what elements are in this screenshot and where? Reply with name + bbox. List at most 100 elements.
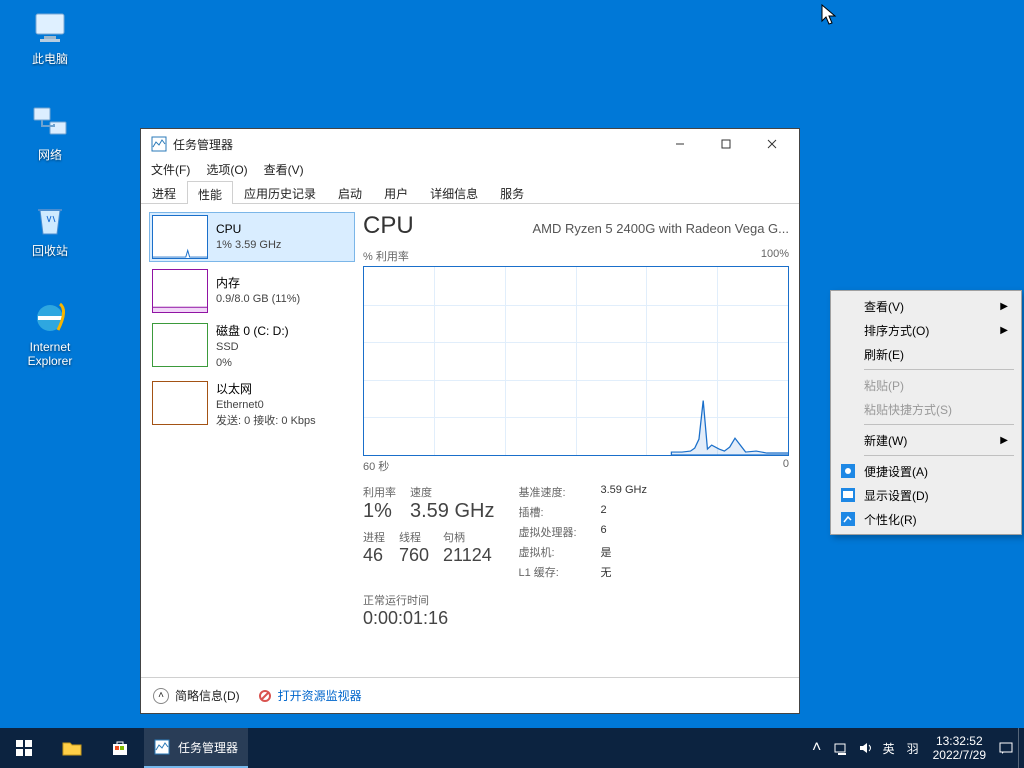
resource-cpu[interactable]: CPU 1% 3.59 GHz [149,212,355,262]
tab-performance[interactable]: 性能 [187,181,233,204]
ctx-refresh[interactable]: 刷新(E) [834,342,1018,366]
volume-icon[interactable] [853,728,877,768]
desktop-context-menu: 查看(V)▶ 排序方式(O)▶ 刷新(E) 粘贴(P) 粘贴快捷方式(S) 新建… [830,290,1022,535]
computer-icon [30,8,70,48]
system-tray: ˄ 英 羽 13:32:52 2022/7/29 [805,728,1024,768]
taskmgr-icon [154,739,170,755]
display-blue-icon [840,487,856,503]
maximize-button[interactable] [703,129,749,159]
menu-options[interactable]: 选项(O) [198,159,255,180]
ctx-quick-settings[interactable]: 便捷设置(A) [834,459,1018,483]
detail-title: CPU [363,212,414,240]
stat-value: 1% [363,500,396,523]
resource-sub2: 0% [216,355,289,371]
resource-title: CPU [216,221,281,237]
tab-app-history[interactable]: 应用历史记录 [233,180,327,203]
prop-key: 基准速度: [518,484,586,500]
menubar: 文件(F) 选项(O) 查看(V) [141,159,799,180]
windows-icon [16,740,32,756]
prop-val: 无 [600,564,611,580]
resource-list: CPU 1% 3.59 GHz 内存 0.9/8.0 GB (11%) 磁盘 0… [149,212,355,677]
resource-title: 磁盘 0 (C: D:) [216,323,289,339]
ime-mode[interactable]: 羽 [901,728,925,768]
stat-label: 进程 [363,529,385,545]
taskmgr-footer: ˄ 简略信息(D) 打开资源监视器 [141,677,799,713]
ctx-display-settings[interactable]: 显示设置(D) [834,483,1018,507]
prop-val: 6 [600,524,606,540]
minimize-button[interactable] [657,129,703,159]
stat-label: 句柄 [443,529,492,545]
tabbar: 进程 性能 应用历史记录 启动 用户 详细信息 服务 [141,180,799,204]
taskbar-item-label: 任务管理器 [178,739,238,756]
resource-sub: 0.9/8.0 GB (11%) [216,291,300,307]
settings-blue-icon [840,463,856,479]
resource-title: 内存 [216,275,300,291]
resource-title: 以太网 [216,381,316,397]
taskbar-store[interactable] [96,728,144,768]
desktop-icon-label: Internet Explorer [12,340,88,368]
brief-info-button[interactable]: ˄ 简略信息(D) [153,687,240,704]
prop-key: 虚拟机: [518,544,586,560]
stat-value: 760 [399,545,429,566]
action-center-icon[interactable] [994,728,1018,768]
open-resmon-link[interactable]: 打开资源监视器 [258,687,362,704]
folder-icon [62,740,82,756]
taskbar: 任务管理器 ˄ 英 羽 13:32:52 2022/7/29 [0,728,1024,768]
resource-ethernet[interactable]: 以太网 Ethernet0 发送: 0 接收: 0 Kbps [149,378,355,432]
taskbar-explorer[interactable] [48,728,96,768]
close-button[interactable] [749,129,795,159]
network-icon [30,104,70,144]
uptime-value: 0:00:01:16 [363,608,789,629]
tab-startup[interactable]: 启动 [327,180,373,203]
show-desktop-button[interactable] [1018,728,1024,768]
tab-services[interactable]: 服务 [489,180,535,203]
chevron-right-icon: ▶ [1000,301,1008,312]
resource-detail: CPU AMD Ryzen 5 2400G with Radeon Vega G… [363,212,789,677]
cpu-chart [363,266,789,456]
stat-value: 3.59 GHz [410,500,494,523]
recycle-bin-icon [30,200,70,240]
stat-label: 利用率 [363,484,396,500]
titlebar[interactable]: 任务管理器 [141,129,799,159]
desktop-icon-ie[interactable]: Internet Explorer [12,296,88,368]
prop-key: 虚拟处理器: [518,524,586,540]
ctx-view[interactable]: 查看(V)▶ [834,294,1018,318]
taskmgr-icon [151,136,167,152]
prop-key: L1 缓存: [518,564,586,580]
menu-file[interactable]: 文件(F) [143,159,198,180]
stat-value: 46 [363,545,385,566]
taskbar-clock[interactable]: 13:32:52 2022/7/29 [925,734,994,762]
personalize-blue-icon [840,511,856,527]
taskbar-item-taskmgr[interactable]: 任务管理器 [144,728,248,768]
tray-chevron-up[interactable]: ˄ [805,728,829,768]
resource-disk[interactable]: 磁盘 0 (C: D:) SSD 0% [149,320,355,374]
desktop-icon-label: 此电脑 [12,52,88,66]
task-manager-window: 任务管理器 文件(F) 选项(O) 查看(V) 进程 性能 应用历史记录 启动 … [140,128,800,714]
menu-view[interactable]: 查看(V) [256,159,312,180]
prop-val: 是 [600,544,611,560]
resource-sub: Ethernet0 [216,397,316,413]
chevron-up-icon: ˄ [153,688,169,704]
desktop-icon-network[interactable]: 网络 [12,104,88,162]
ctx-sort[interactable]: 排序方式(O)▶ [834,318,1018,342]
tab-details[interactable]: 详细信息 [419,180,489,203]
resmon-icon [258,689,272,703]
prop-val: 2 [600,504,606,520]
resource-sub2: 发送: 0 接收: 0 Kbps [216,413,316,429]
ctx-personalize[interactable]: 个性化(R) [834,507,1018,531]
tab-processes[interactable]: 进程 [141,180,187,203]
chart-label-top-right: 100% [761,248,789,264]
ctx-new[interactable]: 新建(W)▶ [834,428,1018,452]
uptime-label: 正常运行时间 [363,592,789,608]
prop-key: 插槽: [518,504,586,520]
ime-lang[interactable]: 英 [877,728,901,768]
ctx-paste: 粘贴(P) [834,373,1018,397]
desktop-icon-my-computer[interactable]: 此电脑 [12,8,88,66]
separator [864,424,1014,425]
resource-memory[interactable]: 内存 0.9/8.0 GB (11%) [149,266,355,316]
start-button[interactable] [0,728,48,768]
desktop-icon-recycle-bin[interactable]: 回收站 [12,200,88,258]
network-tray-icon[interactable] [829,728,853,768]
desktop-icon-label: 回收站 [12,244,88,258]
tab-users[interactable]: 用户 [373,180,419,203]
